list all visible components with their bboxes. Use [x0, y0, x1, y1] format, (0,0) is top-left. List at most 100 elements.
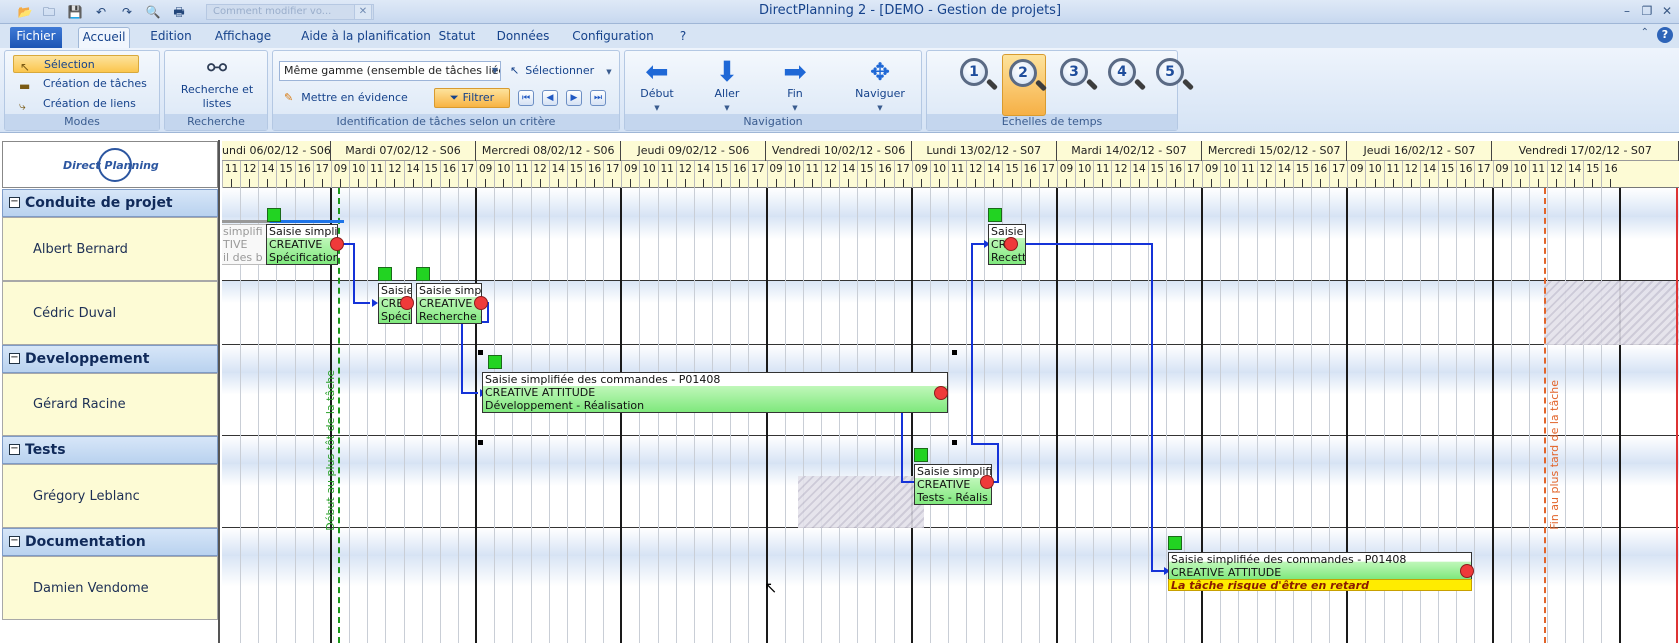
task-marker[interactable]	[914, 448, 928, 462]
tab-donnees[interactable]: Données	[494, 27, 552, 48]
group-conduite-projet[interactable]: − Conduite de projet	[2, 189, 218, 217]
magnifier-handle	[985, 78, 999, 91]
redo-icon[interactable]: ↷	[118, 3, 136, 21]
mode-creation-taches[interactable]: ▬ Création de tâches	[13, 75, 161, 93]
task-end-dot[interactable]	[934, 386, 948, 400]
zoom-level-4[interactable]: 4	[1102, 54, 1147, 116]
tab-affichage[interactable]: Affichage	[210, 27, 276, 48]
resource-gregory-leblanc[interactable]: Grégory Leblanc	[2, 464, 218, 528]
minimize-ribbon-icon[interactable]: ⌃	[1641, 27, 1649, 38]
nav-naviguer-button[interactable]: ✥ Naviguer ▼	[847, 57, 913, 115]
tab-accueil[interactable]: Accueil	[78, 27, 130, 48]
tab-help[interactable]: ?	[676, 27, 690, 48]
arrow-down-icon: ⬇	[715, 55, 739, 88]
zoom-level-5[interactable]: 5	[1150, 54, 1195, 116]
tab-aide-planification[interactable]: Aide à la planification	[292, 27, 440, 48]
tab-statut[interactable]: Statut	[434, 27, 480, 48]
save-icon[interactable]: 💾	[66, 3, 84, 21]
undo-icon[interactable]: ↶	[92, 3, 110, 21]
directplanning-logo: Direct Planning	[2, 141, 218, 188]
task-specification[interactable]: Saisie simplifi CREATIVE Spécification	[266, 224, 338, 265]
task-marker[interactable]	[488, 355, 502, 369]
magnifier-handle	[1181, 78, 1195, 91]
select-button[interactable]: ↖ Sélectionner ▼	[510, 61, 628, 81]
print-preview-icon[interactable]: 🔍	[144, 3, 162, 21]
nav-debut-button[interactable]: ⬅ Début ▼	[635, 57, 679, 115]
filter-button[interactable]: ⏷ Filtrer	[434, 88, 510, 108]
group-tests[interactable]: − Tests	[2, 436, 218, 464]
search-lists-button[interactable]: ⚯ Recherche et listes	[173, 53, 261, 111]
window-title: DirectPlanning 2 - [DEMO - Gestion de pr…	[758, 3, 1062, 18]
dropdown-arrow-icon: ▼	[724, 104, 730, 112]
task-end-dot[interactable]	[1004, 237, 1018, 251]
group-label: Echelles de temps	[927, 114, 1177, 130]
resize-handle[interactable]	[952, 440, 957, 445]
criteria-combo[interactable]: Même gamme (ensemble de tâches liée ▼	[279, 61, 501, 81]
next-icon[interactable]: ▶	[566, 90, 582, 106]
dropdown-arrow-icon: ▼	[792, 104, 798, 112]
tab-edition[interactable]: Edition	[146, 27, 196, 48]
restore-icon[interactable]: ❐	[1638, 4, 1656, 20]
task-ghost[interactable]: simplifi TIVE il des b	[222, 224, 268, 265]
collapse-icon[interactable]: −	[9, 444, 20, 455]
close-doc-icon[interactable]: ✕	[354, 4, 372, 20]
task-developpement-realisation[interactable]: Saisie simplifiée des commandes - P01408…	[482, 372, 948, 413]
task-end-dot[interactable]	[474, 296, 488, 310]
mouse-cursor-icon: ↖	[764, 578, 778, 597]
resize-handle[interactable]	[478, 350, 483, 355]
magnifier-icon: 3	[1060, 58, 1088, 86]
resize-handle[interactable]	[952, 350, 957, 355]
tab-configuration[interactable]: Configuration	[566, 27, 660, 48]
collapse-icon[interactable]: −	[9, 353, 20, 364]
first-icon[interactable]: ⏮	[518, 90, 534, 106]
resource-albert-bernard[interactable]: Albert Bernard	[2, 217, 218, 281]
task-marker[interactable]	[378, 267, 392, 281]
task-end-dot[interactable]	[1460, 564, 1474, 578]
task-marker[interactable]	[416, 267, 430, 281]
close-window-icon[interactable]: ✕	[1658, 4, 1676, 20]
magnifier-icon: 2	[1009, 59, 1037, 87]
task-recherche[interactable]: Saisie simplifiCREATIVERecherche d	[416, 283, 482, 324]
magnifier-icon: 4	[1108, 58, 1136, 86]
group-developpement[interactable]: − Developpement	[2, 345, 218, 373]
dropdown-arrow-icon: ▼	[654, 104, 660, 112]
task-create-icon: ▬	[19, 79, 31, 93]
previous-icon[interactable]: ◀	[542, 90, 558, 106]
mode-creation-liens[interactable]: ⤷ Création de liens	[13, 95, 161, 113]
group-documentation[interactable]: − Documentation	[2, 528, 218, 556]
highlight-button[interactable]: ✎ Mettre en évidence	[284, 88, 424, 108]
zoom-level-1[interactable]: 1	[954, 54, 999, 116]
open-icon[interactable]: 📂	[16, 3, 34, 21]
ribbon: ↖ Sélection ▬ Création de tâches ⤷ Création…	[0, 48, 1679, 133]
zoom-level-3[interactable]: 3	[1054, 54, 1099, 116]
late-warning: La tâche risque d'être en retard	[1168, 579, 1472, 591]
cursor-icon: ↖	[20, 60, 31, 74]
task-marker[interactable]	[988, 208, 1002, 222]
task-marker[interactable]	[267, 208, 281, 222]
last-icon[interactable]: ⏭	[590, 90, 606, 106]
tab-fichier[interactable]: Fichier	[10, 27, 62, 48]
document-tab[interactable]: Comment modifier vo...	[206, 4, 374, 20]
minimize-icon[interactable]: –	[1618, 4, 1636, 20]
zoom-level-2[interactable]: 2	[1002, 54, 1048, 116]
mode-selection[interactable]: ↖ Sélection	[13, 55, 139, 74]
help-icon[interactable]: ?	[1657, 27, 1673, 43]
resource-gerard-racine[interactable]: Gérard Racine	[2, 373, 218, 436]
task-end-dot[interactable]	[400, 296, 414, 310]
folder-icon[interactable]: 🗀	[40, 3, 58, 21]
task-marker[interactable]	[1168, 536, 1182, 550]
group-label: Identification de tâches selon un critèr…	[273, 114, 619, 130]
magnifier-icon: 5	[1156, 58, 1184, 86]
resource-cedric-duval[interactable]: Cédric Duval	[2, 281, 218, 345]
collapse-icon[interactable]: −	[9, 197, 20, 208]
task-end-dot[interactable]	[330, 237, 344, 251]
nav-fin-button[interactable]: ➡ Fin ▼	[773, 57, 817, 115]
task-end-dot[interactable]	[980, 475, 994, 489]
resource-damien-vendome[interactable]: Damien Vendome	[2, 556, 218, 620]
print-icon[interactable]: 🖶	[170, 3, 188, 21]
gantt-chart[interactable]: undi 06/02/12 - S06 Mardi 07/02/12 - S06 M…	[222, 140, 1679, 643]
collapse-icon[interactable]: −	[9, 536, 20, 547]
resize-handle[interactable]	[478, 440, 483, 445]
task-documentation[interactable]: Saisie simplifiée des commandes - P01408…	[1168, 552, 1472, 580]
nav-aller-button[interactable]: ⬇ Aller ▼	[705, 57, 749, 115]
